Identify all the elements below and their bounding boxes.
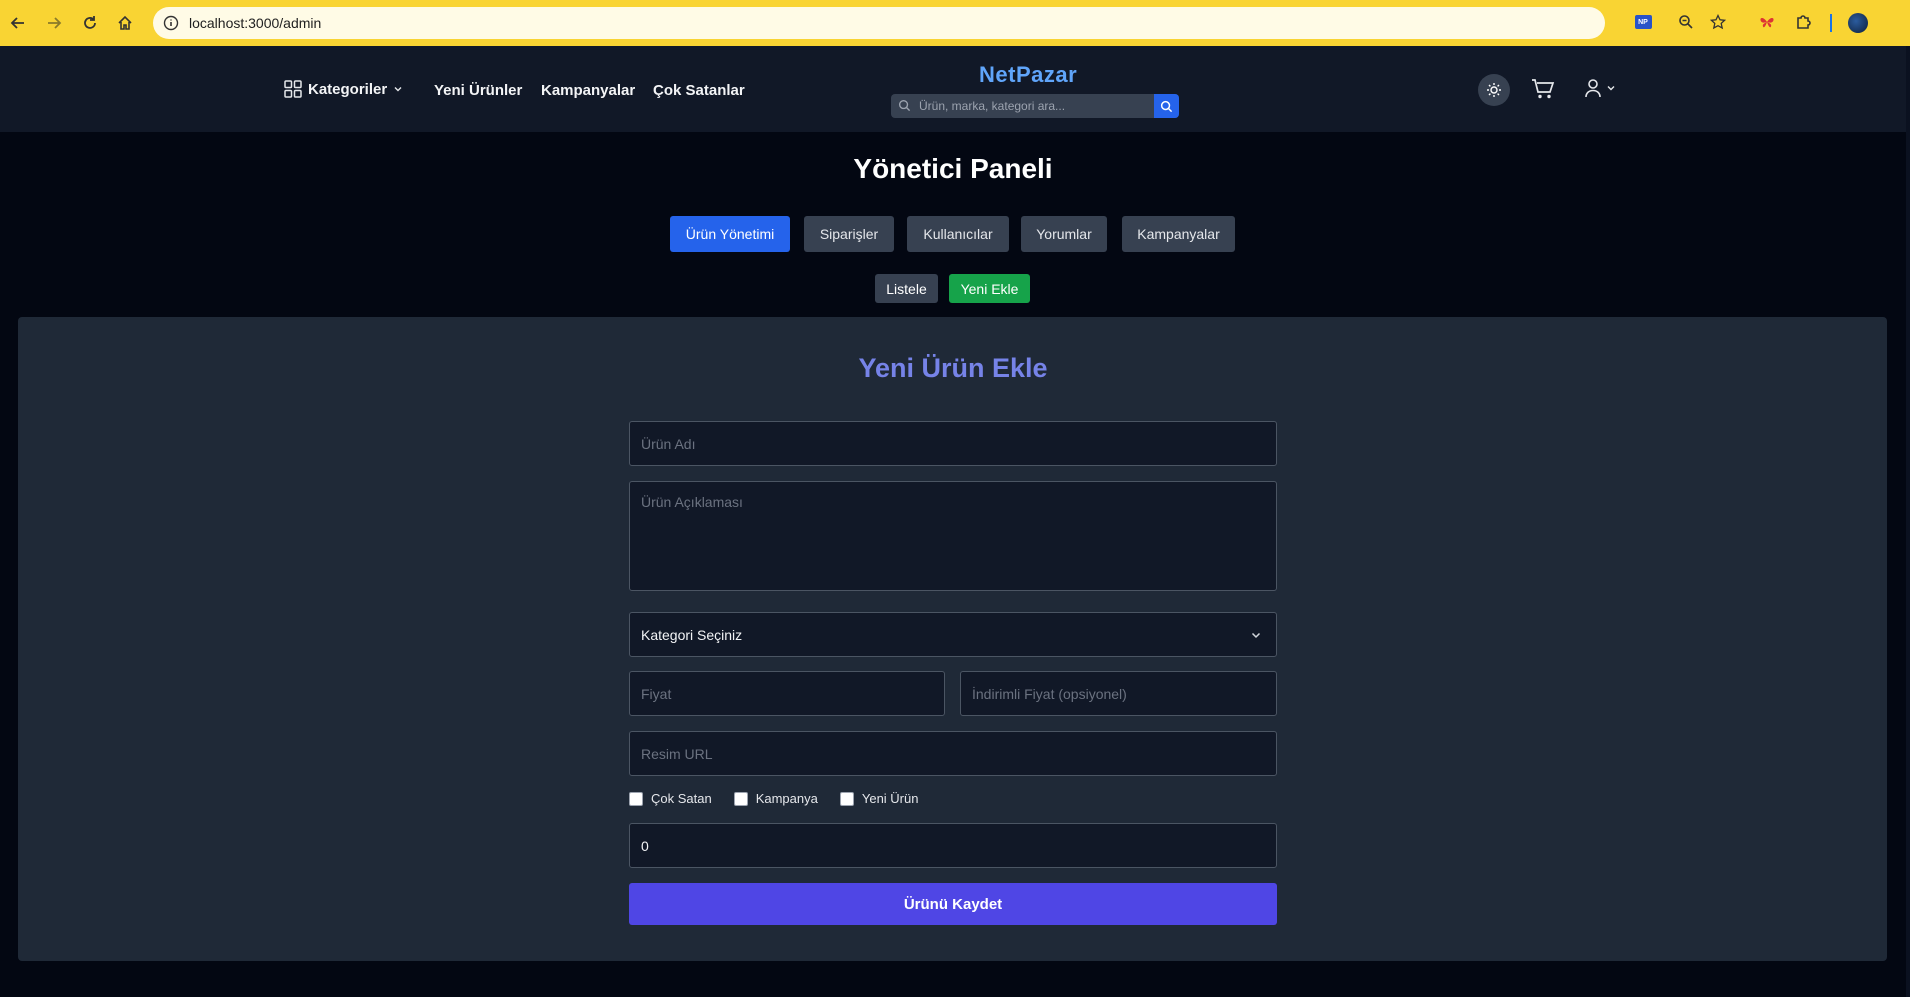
- site-header: Kategoriler Yeni Ürünler Kampanyalar Çok…: [0, 46, 1910, 132]
- search-input[interactable]: [919, 94, 1145, 118]
- search-bar: [891, 94, 1179, 118]
- chevron-down-icon: [1251, 632, 1261, 638]
- forward-icon[interactable]: [42, 11, 66, 35]
- image-url-input[interactable]: [629, 731, 1277, 776]
- campaign-checkbox[interactable]: [733, 791, 748, 806]
- search-icon: [898, 99, 911, 112]
- sun-icon: [1487, 83, 1501, 97]
- flags-checkbox-row: Çok Satan Kampanya Yeni Ürün: [629, 791, 918, 806]
- reload-icon[interactable]: [78, 11, 102, 35]
- tab-orders[interactable]: Siparişler: [804, 216, 894, 252]
- tab-users[interactable]: Kullanıcılar: [907, 216, 1009, 252]
- tab-reviews[interactable]: Yorumlar: [1021, 216, 1107, 252]
- subtab-add-new[interactable]: Yeni Ekle: [949, 274, 1030, 303]
- price-input[interactable]: [629, 671, 945, 716]
- chevron-down-icon: [394, 87, 402, 92]
- user-icon: [1585, 79, 1601, 98]
- extension-np-icon[interactable]: NP: [1632, 11, 1654, 33]
- new-product-checkbox[interactable]: [839, 791, 854, 806]
- theme-toggle-button[interactable]: [1478, 74, 1510, 106]
- zoom-icon[interactable]: [1675, 11, 1697, 33]
- nav-link-best-sellers[interactable]: Çok Satanlar: [653, 82, 745, 99]
- categories-menu-button[interactable]: Kategoriler: [284, 80, 403, 98]
- grid-icon: [284, 80, 302, 98]
- subtab-list[interactable]: Listele: [875, 274, 938, 303]
- search-submit-icon: [1160, 100, 1173, 112]
- extensions-puzzle-icon[interactable]: [1793, 11, 1815, 33]
- cart-button[interactable]: [1531, 78, 1555, 105]
- brand-logo[interactable]: NetPazar: [979, 62, 1077, 88]
- extension-butterfly-icon[interactable]: [1756, 11, 1778, 33]
- extension-badge: NP: [1634, 15, 1652, 29]
- best-seller-checkbox[interactable]: [629, 791, 643, 806]
- browser-toolbar: localhost:3000/admin NP: [0, 0, 1910, 46]
- chevron-down-icon: [1607, 86, 1615, 91]
- category-select[interactable]: Kategori Seçiniz: [629, 612, 1277, 657]
- toolbar-separator: [1830, 14, 1832, 32]
- nav-link-campaigns[interactable]: Kampanyalar: [541, 82, 635, 99]
- url-text[interactable]: localhost:3000/admin: [189, 15, 321, 31]
- best-seller-label[interactable]: Çok Satan: [651, 791, 712, 806]
- new-product-label[interactable]: Yeni Ürün: [862, 791, 919, 806]
- categories-label: Kategoriler: [308, 80, 388, 98]
- tab-campaigns[interactable]: Kampanyalar: [1122, 216, 1235, 252]
- category-select-value: Kategori Seçiniz: [641, 626, 743, 643]
- discount-price-input[interactable]: [960, 671, 1277, 716]
- site-info-icon[interactable]: [163, 15, 179, 31]
- profile-avatar-icon[interactable]: [1848, 13, 1868, 33]
- address-bar[interactable]: localhost:3000/admin: [153, 7, 1605, 39]
- back-icon[interactable]: [6, 11, 30, 35]
- home-icon[interactable]: [113, 11, 137, 35]
- page-scrollbar[interactable]: [1906, 46, 1910, 997]
- form-title: Yeni Ürün Ekle: [858, 353, 1048, 383]
- page-title: Yönetici Paneli: [853, 153, 1053, 184]
- cart-icon: [1532, 79, 1555, 99]
- campaign-label[interactable]: Kampanya: [756, 791, 818, 806]
- product-name-input[interactable]: [629, 421, 1277, 466]
- stock-input[interactable]: [629, 823, 1277, 868]
- save-product-button[interactable]: Ürünü Kaydet: [629, 883, 1277, 925]
- search-button[interactable]: [1154, 94, 1179, 118]
- tab-product-management[interactable]: Ürün Yönetimi: [670, 216, 790, 252]
- bookmark-star-icon[interactable]: [1707, 11, 1729, 33]
- user-menu-button[interactable]: [1584, 78, 1616, 98]
- product-description-input[interactable]: [629, 481, 1277, 591]
- nav-link-new-products[interactable]: Yeni Ürünler: [434, 82, 522, 99]
